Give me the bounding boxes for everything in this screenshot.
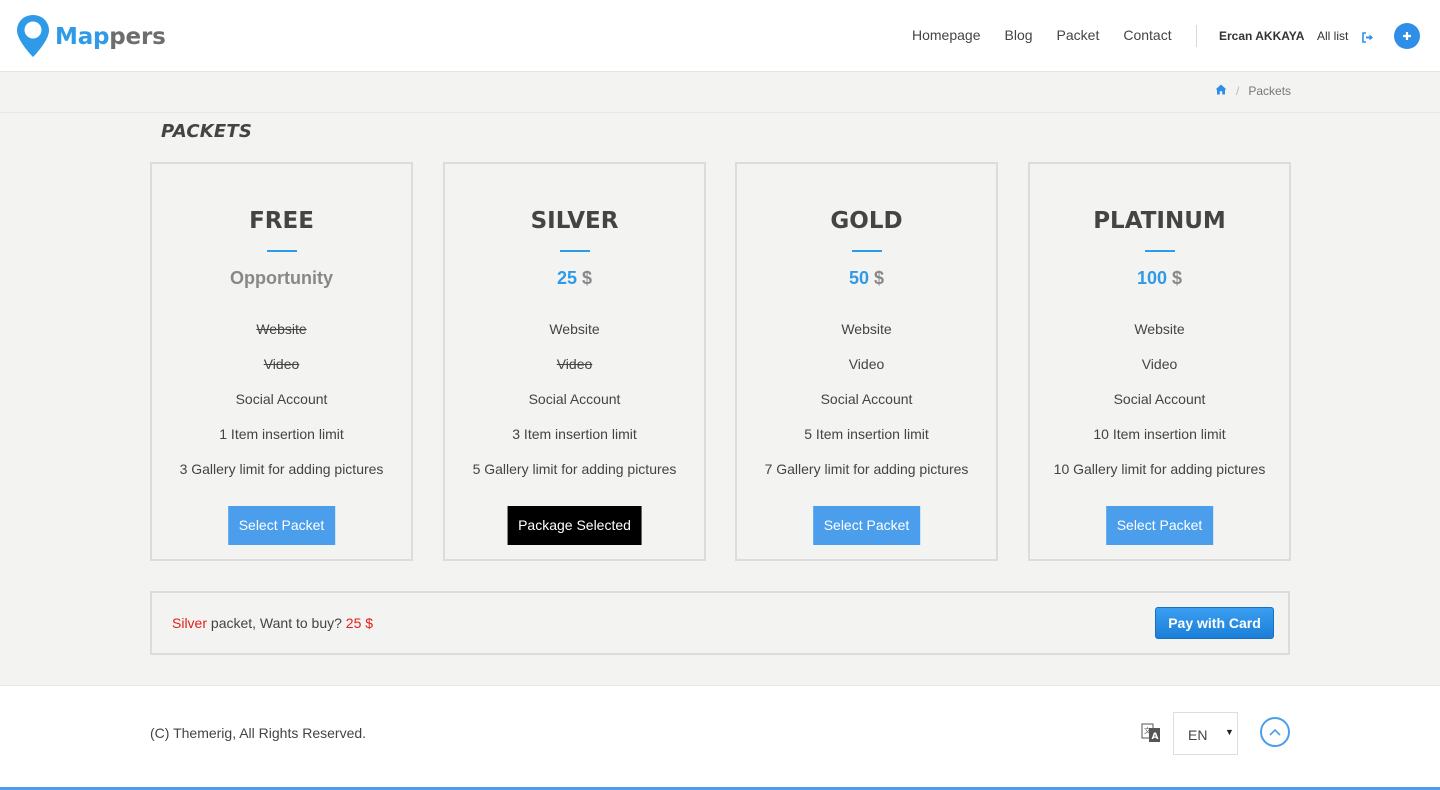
packet-divider: [1145, 250, 1175, 252]
breadcrumb: / Packets: [1215, 84, 1291, 98]
feature-item: Website: [549, 321, 600, 337]
packet-price: 100 $: [1030, 268, 1289, 289]
feature-item: Social Account: [820, 391, 913, 407]
packet-divider: [267, 250, 297, 252]
packet-card-gold: GOLD 50 $ Website Video Social Account 5…: [735, 162, 998, 561]
price-currency: $: [582, 268, 593, 288]
scroll-top-button[interactable]: [1260, 717, 1290, 747]
packet-card-silver: SILVER 25 $ Website Video Social Account…: [443, 162, 706, 561]
feature-item: Video: [848, 356, 885, 372]
nav-homepage[interactable]: Homepage: [912, 27, 981, 43]
page-title: PACKETS: [161, 121, 253, 142]
feature-list: Website Video Social Account 1 Item inse…: [152, 320, 411, 495]
footer: (C) Themerig, All Rights Reserved. 文 A E…: [0, 685, 1440, 790]
purchase-price: 25 $: [345, 615, 374, 631]
feature-item: Video: [556, 356, 593, 372]
price-amount: 50: [848, 268, 869, 288]
packet-card-free: FREE Opportunity Website Video Social Ac…: [150, 162, 413, 561]
packet-name: PLATINUM: [1093, 208, 1226, 234]
feature-item: Website: [841, 321, 892, 337]
feature-item: Social Account: [528, 391, 621, 407]
copyright: (C) Themerig, All Rights Reserved.: [150, 725, 367, 741]
svg-text:文: 文: [1144, 726, 1151, 735]
price-currency: $: [1172, 268, 1183, 288]
main-nav: Homepage Blog Packet Contact: [912, 27, 1196, 43]
pay-with-card-button[interactable]: Pay with Card: [1155, 607, 1274, 639]
packet-price: 25 $: [445, 268, 704, 289]
feature-item: 7 Gallery limit for adding pictures: [764, 461, 969, 477]
breadcrumb-current: Packets: [1248, 84, 1292, 98]
plus-icon: [1403, 32, 1411, 40]
feature-item: Video: [1141, 356, 1178, 372]
nav-contact[interactable]: Contact: [1123, 27, 1171, 43]
purchase-summary: Silver packet, Want to buy? 25 $: [172, 615, 373, 631]
packet-name: GOLD: [830, 208, 903, 234]
feature-item: Social Account: [235, 391, 328, 407]
feature-item: 5 Gallery limit for adding pictures: [472, 461, 677, 477]
sign-out-icon[interactable]: [1362, 30, 1374, 48]
packet-card-platinum: PLATINUM 100 $ Website Video Social Acco…: [1028, 162, 1291, 561]
header: Mappers Homepage Blog Packet Contact Erc…: [0, 0, 1440, 72]
language-value: EN: [1188, 727, 1208, 743]
feature-item: 10 Gallery limit for adding pictures: [1053, 461, 1266, 477]
feature-item: Website: [1134, 321, 1185, 337]
select-packet-button[interactable]: Select Packet: [227, 506, 336, 545]
feature-list: Website Video Social Account 5 Item inse…: [737, 320, 996, 495]
feature-item: 5 Item insertion limit: [804, 426, 929, 442]
nav-divider: [1196, 25, 1197, 47]
feature-item: Video: [263, 356, 300, 372]
packet-divider: [560, 250, 590, 252]
purchase-question: packet, Want to buy?: [207, 615, 346, 631]
user-name[interactable]: Ercan AKKAYA: [1219, 29, 1304, 43]
feature-list: Website Video Social Account 10 Item ins…: [1030, 320, 1289, 495]
translate-icon: 文 A: [1141, 723, 1161, 748]
packet-divider: [852, 250, 882, 252]
feature-item: 1 Item insertion limit: [219, 426, 344, 442]
nav-packet[interactable]: Packet: [1057, 27, 1100, 43]
feature-list: Website Video Social Account 3 Item inse…: [445, 320, 704, 495]
packet-name: FREE: [249, 208, 314, 234]
breadcrumb-separator: /: [1236, 84, 1240, 98]
feature-item: 3 Gallery limit for adding pictures: [179, 461, 384, 477]
map-pin-icon: [16, 14, 50, 58]
logo-text-primary: Map: [55, 24, 110, 50]
breadcrumb-bar: / Packets: [0, 72, 1440, 113]
packet-price: 50 $: [737, 268, 996, 289]
feature-item: 3 Item insertion limit: [512, 426, 637, 442]
home-icon[interactable]: [1215, 84, 1227, 98]
price-amount: 100: [1136, 268, 1167, 288]
purchase-bar: Silver packet, Want to buy? 25 $ Pay wit…: [150, 591, 1290, 655]
all-list-link[interactable]: All list: [1317, 29, 1348, 43]
selected-packet-name: Silver: [172, 615, 208, 631]
price-currency: $: [874, 268, 885, 288]
package-selected-button[interactable]: Package Selected: [507, 506, 642, 545]
logo-text-secondary: pers: [109, 24, 166, 50]
logo[interactable]: Mappers: [16, 14, 166, 58]
add-listing-button[interactable]: [1394, 23, 1420, 49]
nav-blog[interactable]: Blog: [1005, 27, 1033, 43]
packet-name: SILVER: [530, 208, 619, 234]
price-amount: 25: [556, 268, 577, 288]
feature-item: Website: [256, 321, 307, 337]
logo-text: Mappers: [55, 24, 166, 50]
feature-item: 10 Item insertion limit: [1093, 426, 1226, 442]
packet-price: Opportunity: [230, 268, 333, 288]
svg-text:A: A: [1152, 732, 1159, 742]
select-packet-button[interactable]: Select Packet: [812, 506, 921, 545]
dropdown-caret-icon: ▼: [1225, 727, 1234, 737]
language-select[interactable]: EN ▼: [1173, 712, 1238, 755]
chevron-up-icon: [1269, 728, 1281, 736]
feature-item: Social Account: [1113, 391, 1206, 407]
select-packet-button[interactable]: Select Packet: [1105, 506, 1214, 545]
